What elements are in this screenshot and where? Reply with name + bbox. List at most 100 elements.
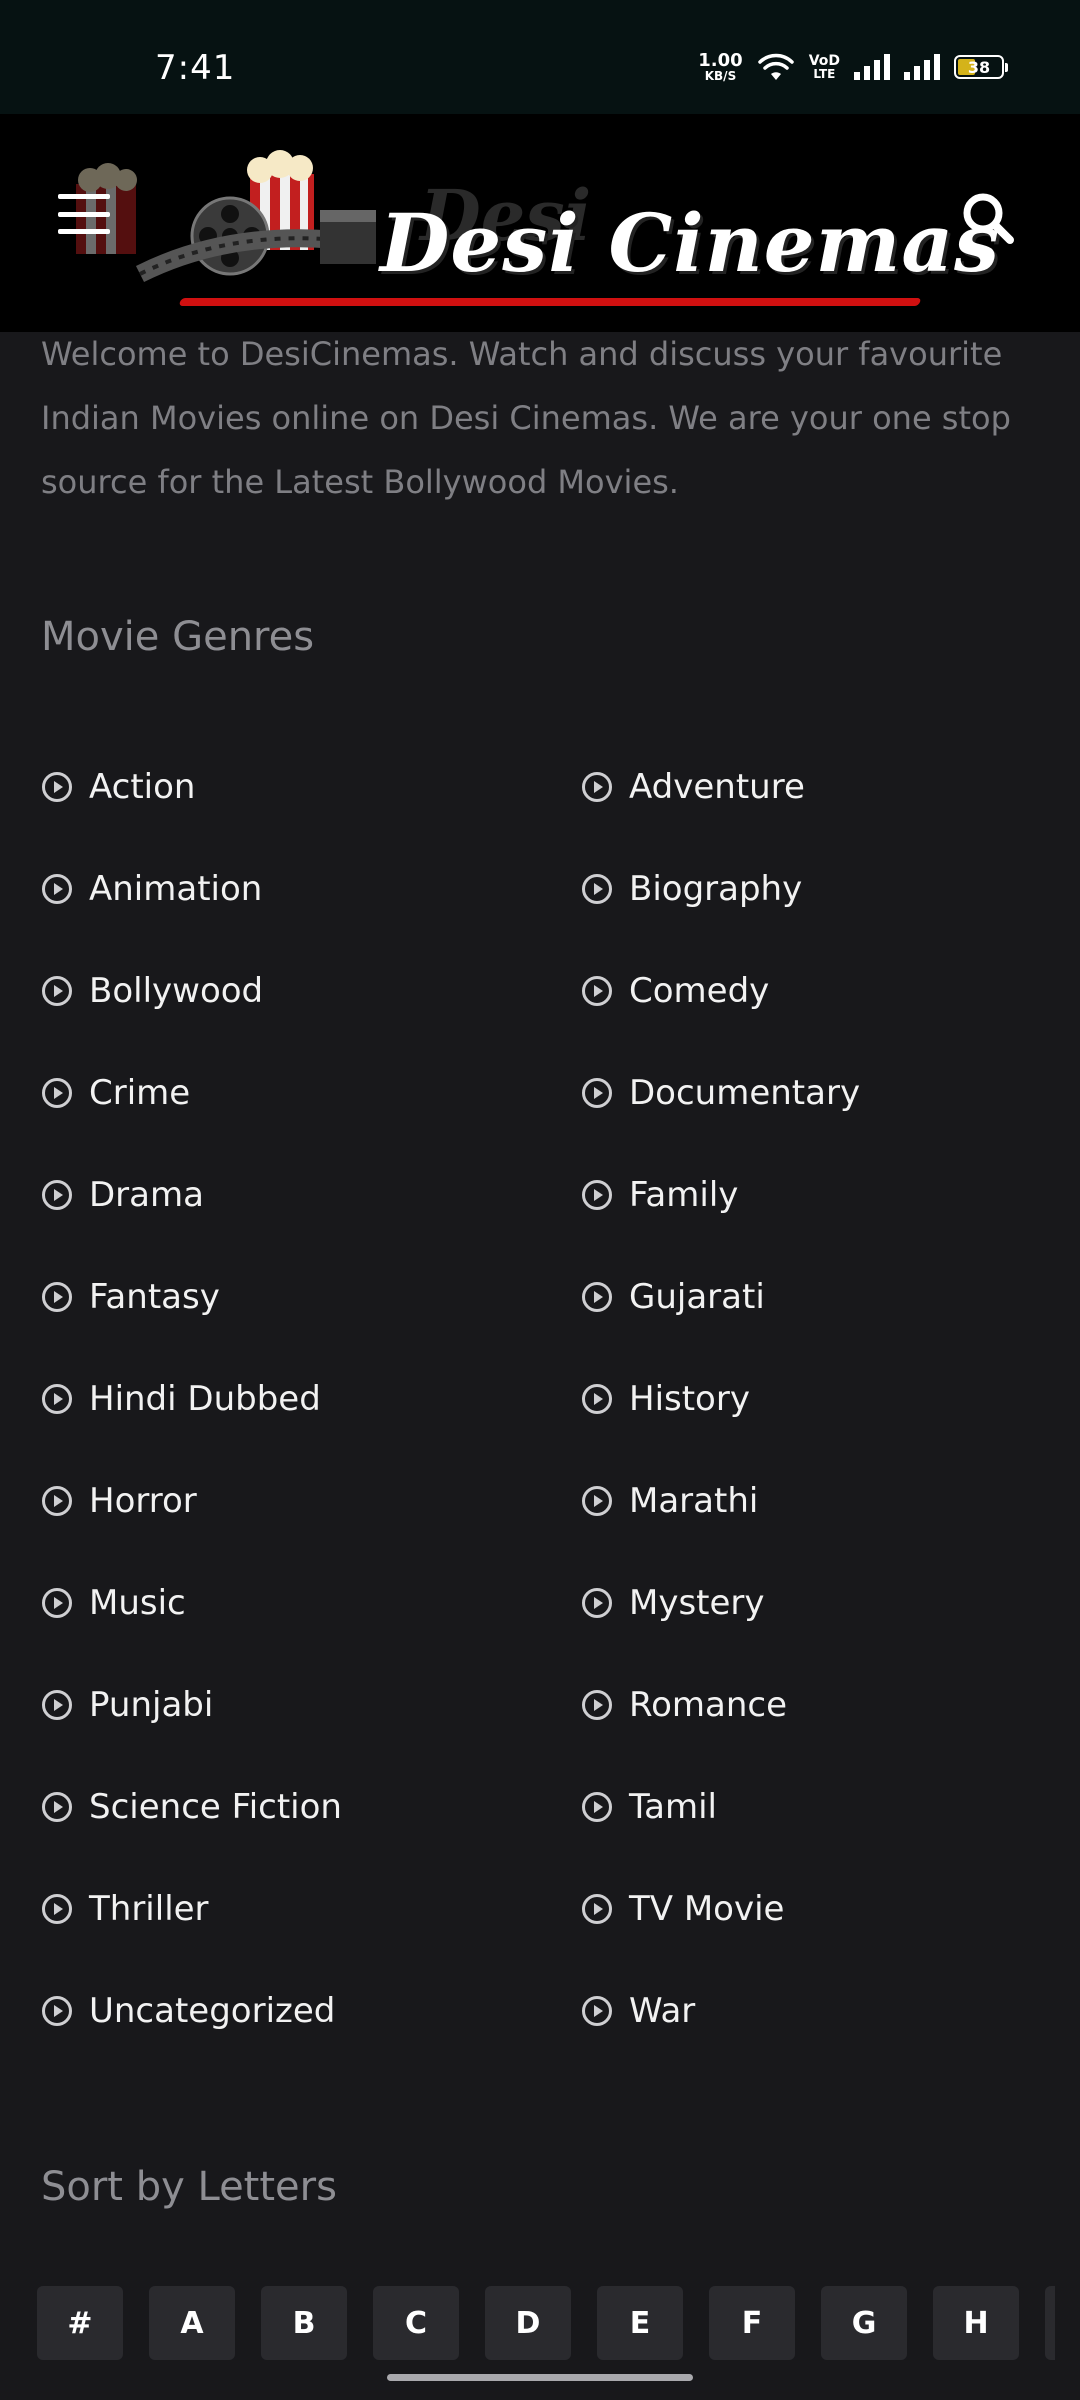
letter-button[interactable]: E (597, 2286, 683, 2360)
status-icons: 1.00 KB/S VoD LTE 38 (698, 50, 1008, 83)
genre-label: Hindi Dubbed (89, 1379, 321, 1419)
genre-label: Action (89, 767, 196, 807)
genre-label: Crime (89, 1073, 191, 1113)
genre-item[interactable]: Action (41, 736, 581, 838)
genre-label: Science Fiction (89, 1787, 342, 1827)
genre-label: Gujarati (629, 1277, 765, 1317)
genre-list: Action Adventure Animation Biography Bollywo… (41, 736, 1041, 2062)
logo-text: Desi Cinemas (380, 196, 1001, 290)
genre-item[interactable]: Science Fiction (41, 1756, 581, 1858)
letters-title: Sort by Letters (41, 2164, 337, 2210)
play-circle-icon (582, 1588, 612, 1618)
battery-icon: 38 (954, 55, 1008, 79)
genre-item[interactable]: Animation (41, 838, 581, 940)
genre-label: Music (89, 1583, 186, 1623)
hamburger-icon[interactable] (58, 194, 110, 234)
play-circle-icon (42, 1690, 72, 1720)
genre-label: Punjabi (89, 1685, 214, 1725)
genre-item[interactable]: Gujarati (581, 1246, 1041, 1348)
genre-item[interactable]: Thriller (41, 1858, 581, 1960)
genre-item[interactable]: Bollywood (41, 940, 581, 1042)
letter-button-partial[interactable] (1045, 2286, 1055, 2360)
play-circle-icon (582, 874, 612, 904)
net-speed-unit: KB/S (704, 69, 737, 83)
play-circle-icon (42, 1180, 72, 1210)
letter-button[interactable]: D (485, 2286, 571, 2360)
letter-button[interactable]: C (373, 2286, 459, 2360)
genre-item[interactable]: Hindi Dubbed (41, 1348, 581, 1450)
genre-item[interactable]: Mystery (581, 1552, 1041, 1654)
letter-button[interactable]: G (821, 2286, 907, 2360)
letter-button[interactable]: A (149, 2286, 235, 2360)
play-circle-icon (582, 976, 612, 1006)
genre-label: Mystery (629, 1583, 765, 1623)
play-circle-icon (42, 772, 72, 802)
genre-item[interactable]: TV Movie (581, 1858, 1041, 1960)
genre-label: Bollywood (89, 971, 264, 1011)
genre-item[interactable]: Tamil (581, 1756, 1041, 1858)
play-circle-icon (582, 772, 612, 802)
status-bar: 7:41 1.00 KB/S VoD LTE 38 (0, 0, 1080, 114)
volte-indicator: VoD LTE (809, 54, 840, 80)
genre-item[interactable]: Biography (581, 838, 1041, 940)
play-circle-icon (42, 1384, 72, 1414)
genre-item[interactable]: Family (581, 1144, 1041, 1246)
genre-label: Tamil (629, 1787, 717, 1827)
play-circle-icon (42, 1078, 72, 1108)
genre-item[interactable]: Romance (581, 1654, 1041, 1756)
play-circle-icon (582, 1282, 612, 1312)
genre-label: Documentary (629, 1073, 861, 1113)
net-speed-value: 1.00 (698, 50, 743, 71)
genre-item[interactable]: Horror (41, 1450, 581, 1552)
genre-item[interactable]: Crime (41, 1042, 581, 1144)
genre-item[interactable]: Documentary (581, 1042, 1041, 1144)
play-circle-icon (42, 1282, 72, 1312)
play-circle-icon (42, 976, 72, 1006)
letter-button[interactable]: F (709, 2286, 795, 2360)
genre-label: Animation (89, 869, 263, 909)
letter-button[interactable]: H (933, 2286, 1019, 2360)
letter-button[interactable]: B (261, 2286, 347, 2360)
play-circle-icon (42, 1792, 72, 1822)
wifi-icon (757, 53, 794, 80)
site-header: Desi Desi Cinemas (0, 114, 1080, 332)
signal-icon (854, 54, 890, 80)
letter-button[interactable]: # (37, 2286, 123, 2360)
play-circle-icon (582, 1180, 612, 1210)
genre-item[interactable]: History (581, 1348, 1041, 1450)
genre-label: Fantasy (89, 1277, 220, 1317)
intro-text: Welcome to DesiCinemas. Watch and discus… (41, 335, 1011, 501)
site-logo[interactable]: Desi Desi Cinemas (40, 144, 999, 306)
genre-item[interactable]: Drama (41, 1144, 581, 1246)
play-circle-icon (42, 1996, 72, 2026)
search-icon[interactable] (960, 190, 1016, 246)
play-circle-icon (582, 1384, 612, 1414)
genre-item[interactable]: War (581, 1960, 1041, 2062)
genre-label: Thriller (89, 1889, 209, 1929)
play-circle-icon (582, 1486, 612, 1516)
volte-bottom: LTE (813, 67, 836, 81)
genre-item[interactable]: Uncategorized (41, 1960, 581, 2062)
play-circle-icon (582, 1894, 612, 1924)
genre-label: Romance (629, 1685, 788, 1725)
genre-item[interactable]: Punjabi (41, 1654, 581, 1756)
play-circle-icon (582, 1996, 612, 2026)
play-circle-icon (42, 1894, 72, 1924)
play-circle-icon (42, 1588, 72, 1618)
genre-label: History (629, 1379, 750, 1419)
genre-item[interactable]: Adventure (581, 736, 1041, 838)
genre-item[interactable]: Fantasy (41, 1246, 581, 1348)
genre-label: Family (629, 1175, 739, 1215)
genre-item[interactable]: Music (41, 1552, 581, 1654)
net-speed: 1.00 KB/S (698, 50, 743, 83)
genre-item[interactable]: Marathi (581, 1450, 1041, 1552)
signal-icon (904, 54, 940, 80)
genre-item[interactable]: Comedy (581, 940, 1041, 1042)
home-indicator[interactable] (387, 2374, 693, 2381)
play-circle-icon (582, 1792, 612, 1822)
volte-top: VoD (808, 53, 840, 69)
genre-label: Horror (89, 1481, 197, 1521)
genre-label: Biography (629, 869, 803, 909)
logo-underline (178, 298, 922, 306)
play-circle-icon (42, 1486, 72, 1516)
